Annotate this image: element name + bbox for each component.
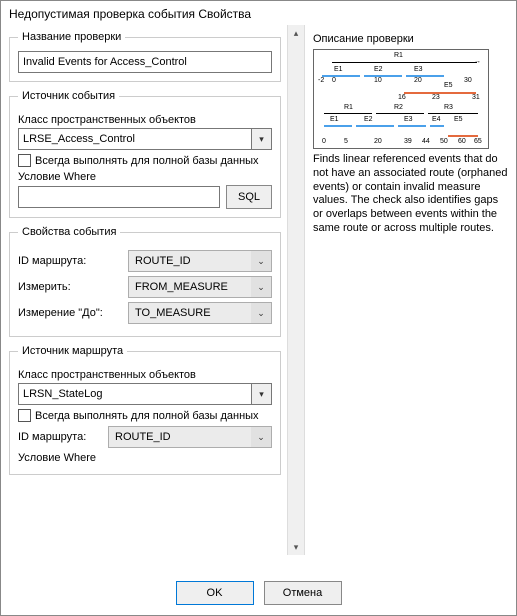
route-fulldb-label: Всегда выполнять для полной базы данных	[35, 410, 259, 422]
event-fc-label: Класс пространственных объектов	[18, 114, 272, 126]
route-routeid-combo[interactable]: ROUTE_ID ⌄	[108, 426, 272, 448]
chevron-down-icon[interactable]: ▾	[251, 384, 271, 404]
event-props-group: Свойства события ID маршрута: ROUTE_ID ⌄…	[9, 226, 281, 337]
scroll-down-icon[interactable]: ▾	[288, 539, 304, 555]
left-panel: Название проверки Источник события Класс…	[1, 25, 287, 555]
tomeasure-label: Измерение "До":	[18, 307, 128, 319]
scroll-up-icon[interactable]: ▴	[288, 25, 304, 41]
event-sql-button[interactable]: SQL	[226, 185, 272, 209]
left-panel-scrollbar[interactable]: ▴ ▾	[287, 25, 305, 555]
measure-label: Измерить:	[18, 281, 128, 293]
route-where-label: Условие Where	[18, 452, 272, 464]
route-routeid-label: ID маршрута:	[18, 431, 108, 443]
route-fulldb-checkbox[interactable]	[18, 409, 31, 422]
description-diagram: R1 → E1 E2 E3 -2 0 10 20 30 E5 16 23 31 …	[313, 49, 489, 149]
event-props-legend: Свойства события	[18, 226, 120, 238]
chevron-down-icon[interactable]: ⌄	[251, 303, 271, 323]
routeid-combo[interactable]: ROUTE_ID ⌄	[128, 250, 272, 272]
check-name-group: Название проверки	[9, 31, 281, 82]
event-source-group: Источник события Класс пространственных …	[9, 90, 281, 218]
event-fc-combo[interactable]: LRSE_Access_Control ▾	[18, 128, 272, 150]
cancel-button[interactable]: Отмена	[264, 581, 342, 605]
route-fc-combo[interactable]: LRSN_StateLog ▾	[18, 383, 272, 405]
event-where-label: Условие Where	[18, 171, 272, 183]
check-name-legend: Название проверки	[18, 31, 125, 43]
routeid-value: ROUTE_ID	[129, 255, 251, 267]
routeid-label: ID маршрута:	[18, 255, 128, 267]
dialog-button-bar: OK Отмена	[1, 581, 516, 605]
event-fulldb-checkbox[interactable]	[18, 154, 31, 167]
tomeasure-value: TO_MEASURE	[129, 307, 251, 319]
description-title: Описание проверки	[313, 33, 508, 45]
window-title: Недопустимая проверка события Свойства	[1, 1, 516, 25]
chevron-down-icon[interactable]: ⌄	[251, 427, 271, 447]
measure-value: FROM_MEASURE	[129, 281, 251, 293]
right-panel: Описание проверки R1 → E1 E2 E3 -2 0 10 …	[305, 25, 516, 555]
event-where-input[interactable]	[18, 186, 220, 208]
event-source-legend: Источник события	[18, 90, 119, 102]
tomeasure-combo[interactable]: TO_MEASURE ⌄	[128, 302, 272, 324]
chevron-down-icon[interactable]: ⌄	[251, 277, 271, 297]
route-routeid-value: ROUTE_ID	[109, 431, 251, 443]
chevron-down-icon[interactable]: ⌄	[251, 251, 271, 271]
route-source-legend: Источник маршрута	[18, 345, 127, 357]
check-name-input[interactable]	[18, 51, 272, 73]
route-fc-label: Класс пространственных объектов	[18, 369, 272, 381]
description-text: Finds linear referenced events that do n…	[313, 153, 508, 236]
route-source-group: Источник маршрута Класс пространственных…	[9, 345, 281, 475]
route-fc-value: LRSN_StateLog	[19, 388, 251, 400]
measure-combo[interactable]: FROM_MEASURE ⌄	[128, 276, 272, 298]
ok-button[interactable]: OK	[176, 581, 254, 605]
event-fulldb-label: Всегда выполнять для полной базы данных	[35, 155, 259, 167]
event-fc-value: LRSE_Access_Control	[19, 133, 251, 145]
chevron-down-icon[interactable]: ▾	[251, 129, 271, 149]
